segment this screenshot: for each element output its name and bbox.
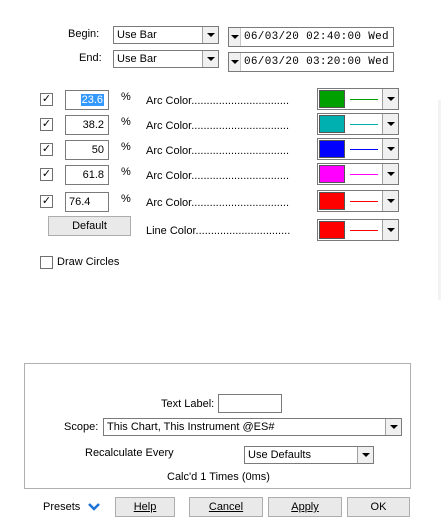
chevron-down-icon[interactable] bbox=[382, 89, 398, 109]
scope-select[interactable]: This Chart, This Instrument @ES# bbox=[103, 418, 402, 436]
draw-circles-checkbox[interactable] bbox=[40, 256, 53, 269]
level-0-checkbox[interactable]: ✓ bbox=[40, 93, 53, 106]
level-1-checkbox[interactable]: ✓ bbox=[40, 118, 53, 131]
recalculate-select-value: Use Defaults bbox=[248, 449, 311, 461]
chevron-down-icon[interactable] bbox=[385, 419, 401, 435]
percent-label: % bbox=[121, 193, 131, 205]
text-label-input[interactable] bbox=[218, 394, 282, 413]
help-label: Help bbox=[133, 501, 157, 513]
arc-color-label: Arc Color...............................… bbox=[146, 120, 290, 132]
ok-button[interactable]: OK bbox=[347, 497, 410, 517]
level-3-arc-color-picker[interactable] bbox=[317, 163, 399, 185]
end-label: End: bbox=[79, 52, 102, 64]
level-3-checkbox[interactable]: ✓ bbox=[40, 168, 53, 181]
line-color-picker[interactable] bbox=[317, 219, 399, 241]
begin-label: Begin: bbox=[68, 28, 100, 40]
begin-datetime-value: 06/03/20 02:40:00 Wed bbox=[244, 31, 389, 43]
end-datetime-value: 06/03/20 03:20:00 Wed bbox=[244, 56, 389, 68]
cancel-button[interactable]: Cancel bbox=[189, 497, 263, 517]
recalculate-label: Recalculate Every bbox=[85, 447, 174, 459]
arc-color-label: Arc Color...............................… bbox=[146, 197, 290, 209]
percent-label: % bbox=[121, 91, 131, 103]
percent-label: % bbox=[121, 141, 131, 153]
end-select-value: Use Bar bbox=[117, 53, 157, 65]
line-preview bbox=[350, 229, 378, 231]
line-preview bbox=[350, 173, 378, 175]
arc-color-label: Arc Color...............................… bbox=[146, 95, 290, 107]
level-1-arc-color-picker[interactable] bbox=[317, 113, 399, 135]
level-3-value-input[interactable]: 61.8 bbox=[65, 165, 109, 185]
color-swatch bbox=[319, 165, 345, 183]
level-2-checkbox[interactable]: ✓ bbox=[40, 143, 53, 156]
apply-button[interactable]: Apply bbox=[268, 497, 342, 517]
level-2-arc-color-picker[interactable] bbox=[317, 138, 399, 160]
arc-color-label: Arc Color...............................… bbox=[146, 145, 290, 157]
help-button[interactable]: Help bbox=[115, 497, 175, 517]
scope-label: Scope: bbox=[64, 421, 99, 433]
ok-label: OK bbox=[370, 501, 387, 513]
chevron-down-icon[interactable] bbox=[202, 51, 218, 67]
line-preview bbox=[350, 200, 378, 202]
level-1-value: 38.2 bbox=[82, 119, 104, 131]
default-button[interactable]: Default bbox=[48, 216, 131, 236]
chevron-down-icon[interactable] bbox=[382, 164, 398, 184]
end-datetime-field[interactable]: 06/03/20 03:20:00 Wed bbox=[228, 52, 394, 72]
chevron-down-icon[interactable] bbox=[382, 139, 398, 159]
color-swatch bbox=[319, 115, 345, 133]
level-2-value-input[interactable]: 50 bbox=[65, 140, 109, 160]
line-preview bbox=[350, 123, 378, 125]
color-swatch bbox=[319, 192, 345, 210]
chevron-down-icon[interactable] bbox=[229, 28, 241, 46]
apply-label: Apply bbox=[291, 501, 319, 513]
chevron-down-icon[interactable] bbox=[87, 502, 101, 512]
begin-select[interactable]: Use Bar bbox=[113, 26, 219, 44]
level-4-arc-color-picker[interactable] bbox=[317, 190, 399, 212]
chevron-down-icon[interactable] bbox=[202, 27, 218, 43]
chevron-down-icon[interactable] bbox=[382, 220, 398, 240]
color-swatch bbox=[319, 90, 345, 108]
begin-datetime-field[interactable]: 06/03/20 02:40:00 Wed bbox=[228, 27, 394, 47]
end-select[interactable]: Use Bar bbox=[113, 50, 219, 68]
text-label-label: Text Label: bbox=[161, 398, 215, 410]
level-0-value-input[interactable]: 23.6 bbox=[65, 90, 109, 110]
level-4-value-input[interactable]: 76.4 bbox=[65, 192, 109, 212]
level-1-value-input[interactable]: 38.2 bbox=[65, 115, 109, 135]
color-swatch bbox=[319, 140, 345, 158]
line-preview bbox=[350, 98, 378, 100]
level-4-checkbox[interactable]: ✓ bbox=[40, 195, 53, 208]
level-3-value: 61.8 bbox=[82, 169, 104, 181]
line-preview bbox=[350, 148, 378, 150]
chevron-down-icon[interactable] bbox=[382, 114, 398, 134]
line-color-swatch bbox=[319, 221, 345, 239]
draw-circles-label: Draw Circles bbox=[57, 256, 120, 268]
level-0-value: 23.6 bbox=[80, 94, 104, 106]
chevron-down-icon[interactable] bbox=[229, 53, 241, 71]
level-2-value: 50 bbox=[91, 144, 104, 156]
level-4-value: 76.4 bbox=[69, 196, 91, 208]
cancel-label: Cancel bbox=[208, 501, 244, 513]
begin-select-value: Use Bar bbox=[117, 29, 157, 41]
scope-select-value: This Chart, This Instrument @ES# bbox=[107, 421, 275, 433]
calc-status: Calc'd 1 Times (0ms) bbox=[167, 471, 270, 483]
arc-color-label: Arc Color...............................… bbox=[146, 170, 290, 182]
chevron-down-icon[interactable] bbox=[382, 191, 398, 211]
chevron-down-icon[interactable] bbox=[357, 447, 373, 463]
recalculate-select[interactable]: Use Defaults bbox=[244, 446, 374, 464]
percent-label: % bbox=[121, 116, 131, 128]
percent-label: % bbox=[121, 166, 131, 178]
line-color-label: Line Color..............................… bbox=[146, 225, 291, 237]
presets-label[interactable]: Presets bbox=[43, 501, 80, 513]
level-0-arc-color-picker[interactable] bbox=[317, 88, 399, 110]
